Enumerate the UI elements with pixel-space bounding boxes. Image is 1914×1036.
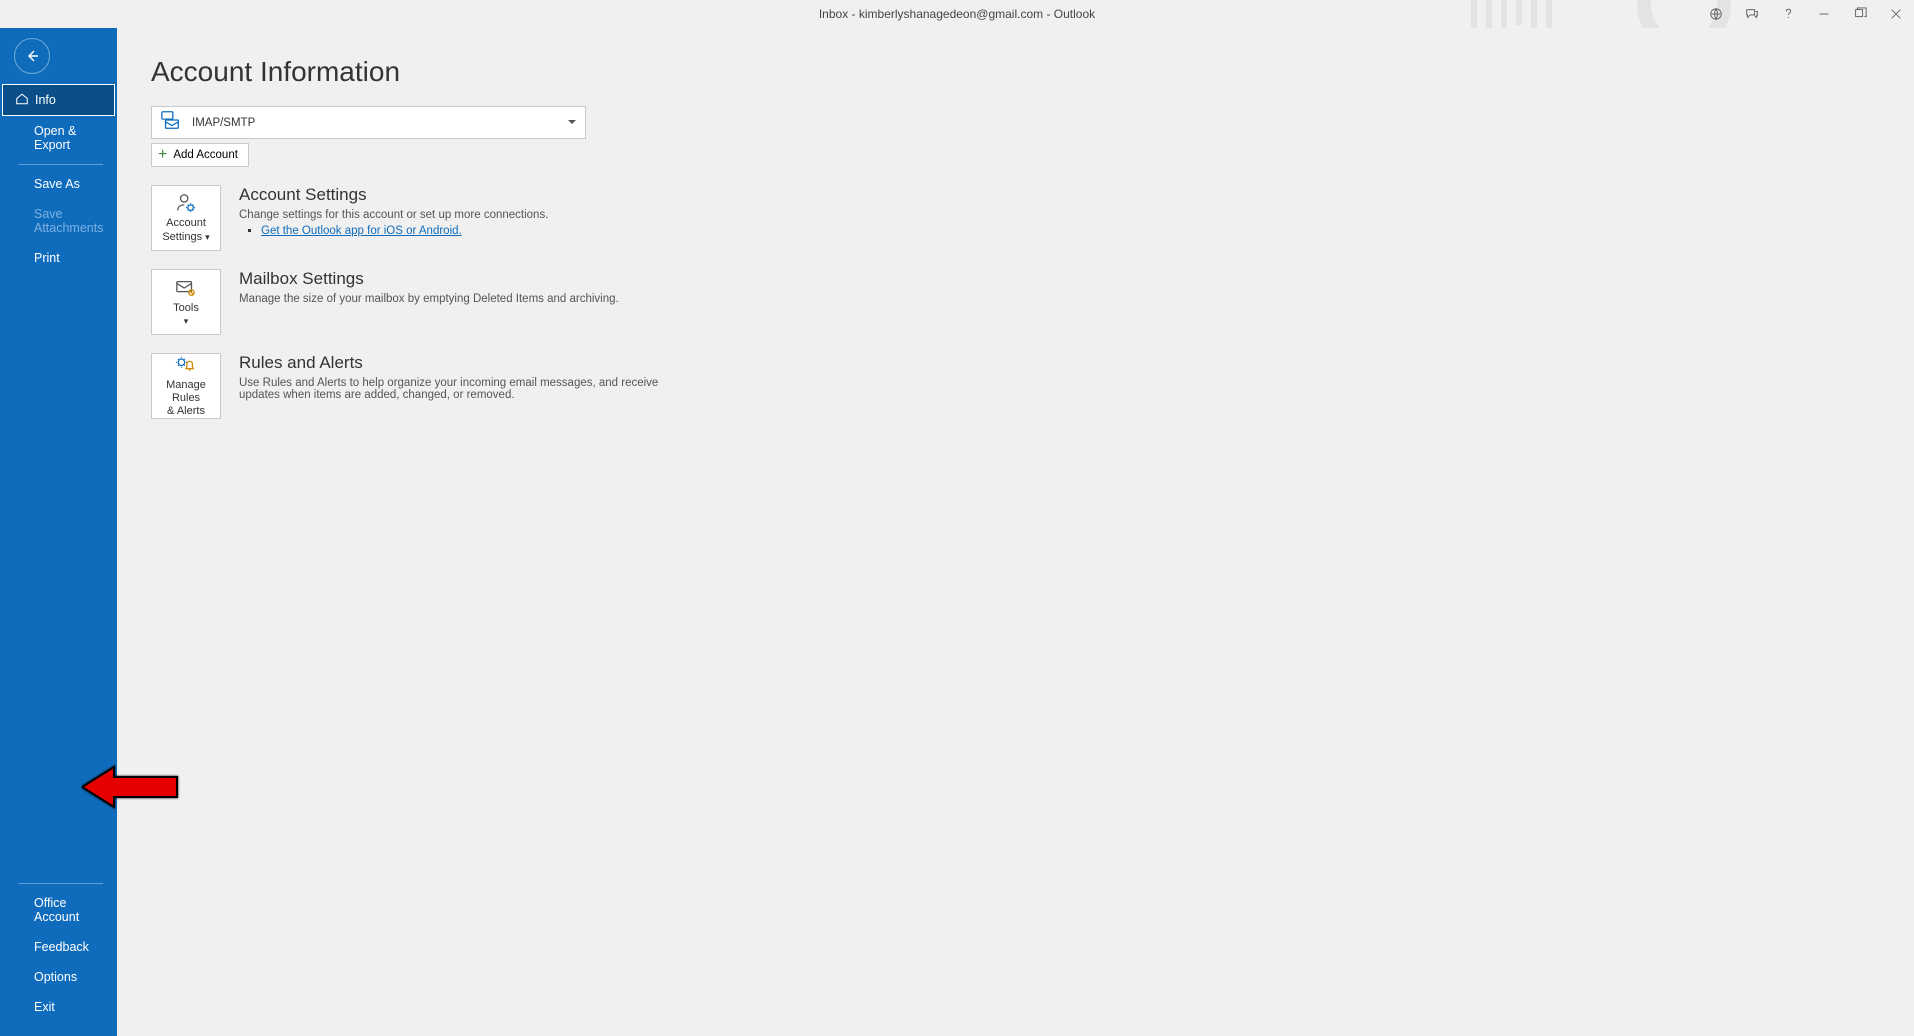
button-label: Manage Rules [152, 379, 220, 405]
tools-button[interactable]: Tools ▾ [151, 269, 221, 335]
sidebar-label: Open & Export [34, 124, 76, 152]
plus-icon: + [158, 147, 167, 163]
add-account-button[interactable]: + Add Account [151, 143, 249, 167]
sidebar-item-exit[interactable]: Exit [0, 992, 117, 1022]
sidebar-item-info[interactable]: Info [2, 84, 115, 116]
outlook-app-link[interactable]: Get the Outlook app for iOS or Android. [261, 225, 462, 237]
sidebar-label: Print [34, 251, 60, 265]
section-desc: Use Rules and Alerts to help organize yo… [239, 377, 669, 401]
account-settings-button[interactable]: Account Settings ▾ [151, 185, 221, 251]
sidebar-item-save-as[interactable]: Save As [0, 169, 117, 199]
button-label: Settings ▾ [162, 231, 209, 244]
sidebar-label: Save As [34, 177, 80, 191]
chevron-down-icon: ▾ [184, 316, 189, 327]
help-icon[interactable] [1770, 0, 1806, 28]
page-title: Account Information [151, 56, 1880, 88]
account-dropdown[interactable]: IMAP/SMTP [151, 106, 586, 139]
sidebar-item-print[interactable]: Print [0, 243, 117, 273]
window-title: Inbox - kimberlyshanagedeon@gmail.com - … [819, 7, 1095, 21]
sidebar-label: Info [35, 93, 56, 107]
titlebar: Inbox - kimberlyshanagedeon@gmail.com - … [0, 0, 1914, 28]
backstage-sidebar: Info Open & Export Save As Save Attachme… [0, 28, 117, 1036]
back-button[interactable] [14, 38, 50, 74]
sidebar-label: Save Attachments [34, 207, 103, 235]
coming-soon-icon[interactable] [1698, 0, 1734, 28]
section-title: Mailbox Settings [239, 269, 619, 289]
sidebar-label: Exit [34, 1000, 55, 1014]
maximize-button[interactable] [1842, 0, 1878, 28]
section-desc: Change settings for this account or set … [239, 209, 548, 221]
annotation-arrow [82, 762, 182, 817]
home-icon [15, 92, 29, 109]
sidebar-item-save-attachments: Save Attachments [0, 199, 117, 243]
content-area: Account Information IMAP/SMTP + Add Acco… [117, 28, 1914, 1036]
mailbox-tools-icon [175, 277, 197, 299]
sidebar-label: Office Account [34, 896, 79, 924]
sidebar-item-feedback[interactable]: Feedback [0, 932, 117, 962]
manage-rules-alerts-button[interactable]: Manage Rules & Alerts [151, 353, 221, 419]
mail-account-icon [160, 109, 182, 136]
sidebar-item-office-account[interactable]: Office Account [0, 888, 117, 932]
sidebar-label: Feedback [34, 940, 89, 954]
sidebar-separator [18, 883, 103, 884]
button-label: Account [166, 217, 206, 230]
button-label: Tools [173, 302, 199, 315]
gear-bell-icon [174, 354, 198, 376]
minimize-button[interactable] [1806, 0, 1842, 28]
chevron-down-icon [567, 114, 577, 132]
button-label: & Alerts [167, 405, 205, 418]
section-title: Account Settings [239, 185, 548, 205]
add-account-label: Add Account [173, 149, 238, 161]
close-button[interactable] [1878, 0, 1914, 28]
section-title: Rules and Alerts [239, 353, 669, 373]
sidebar-separator [18, 164, 103, 165]
sidebar-item-options[interactable]: Options [0, 962, 117, 992]
account-protocol-text: IMAP/SMTP [192, 117, 255, 129]
feedback-icon[interactable] [1734, 0, 1770, 28]
sidebar-item-open-export[interactable]: Open & Export [0, 116, 117, 160]
person-gear-icon [175, 192, 197, 214]
sidebar-label: Options [34, 970, 77, 984]
section-desc: Manage the size of your mailbox by empty… [239, 293, 619, 305]
